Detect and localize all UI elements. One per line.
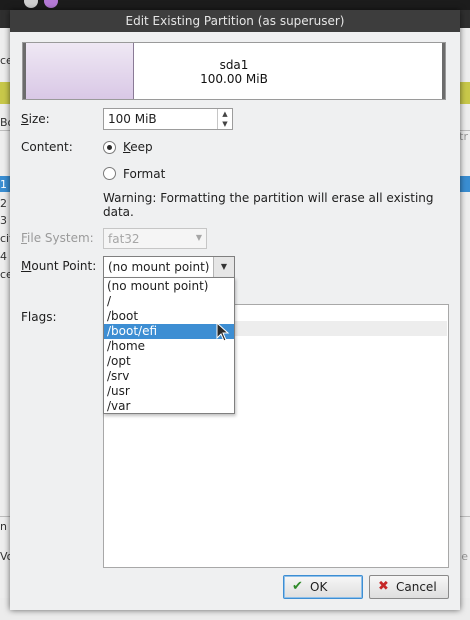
mount-option[interactable]: / (104, 294, 234, 309)
partition-size: 100.00 MiB (200, 72, 268, 86)
cancel-x-icon: ✖ (378, 579, 389, 594)
mount-point-label: Mount Point: (21, 259, 96, 273)
spin-down-icon[interactable]: ▼ (218, 119, 232, 129)
background-text: 1 (0, 178, 7, 191)
ok-button[interactable]: ✔ OK (283, 575, 363, 599)
mount-option-highlighted[interactable]: /boot/efi (104, 324, 234, 339)
mount-option[interactable]: /home (104, 339, 234, 354)
background-text: 2 (0, 197, 7, 210)
mount-point-label-mnemonic: M (21, 259, 32, 273)
file-system-label: File System: (21, 231, 94, 245)
format-radio[interactable] (103, 167, 116, 180)
mount-option[interactable]: (no mount point) (104, 279, 234, 294)
format-radio-label[interactable]: Format (123, 167, 165, 181)
background-top-bar (0, 0, 470, 10)
flags-label: Flags: (21, 310, 57, 324)
partition-graphic: sda1 100.00 MiB (22, 42, 446, 100)
dialog-title[interactable]: Edit Existing Partition (as superuser) (10, 10, 460, 32)
background-taskbar-icon (44, 0, 58, 8)
format-warning: Warning: Formatting the partition will e… (103, 191, 434, 219)
background-text: e (461, 550, 468, 563)
keep-radio[interactable] (103, 141, 116, 154)
size-label-text: ize: (28, 112, 50, 126)
mount-option[interactable]: /opt (104, 354, 234, 369)
chevron-down-icon[interactable]: ▼ (213, 257, 234, 277)
size-spinbox[interactable]: 100 MiB ▲ ▼ (103, 108, 233, 130)
keep-radio-label[interactable]: Keep (123, 140, 153, 154)
size-label: Size: (21, 112, 50, 126)
mount-point-dropdown[interactable]: (no mount point) / /boot /boot/efi /home… (103, 277, 235, 414)
mount-option[interactable]: /boot (104, 309, 234, 324)
mount-point-combo[interactable]: (no mount point) ▼ (103, 256, 235, 278)
background-text: n (0, 520, 7, 533)
file-system-label-text: ile System: (27, 231, 94, 245)
keep-label-text: eep (130, 140, 153, 154)
content-label: Content: (21, 140, 73, 154)
mount-point-label-text: ount Point: (31, 259, 97, 273)
mount-option[interactable]: /srv (104, 369, 234, 384)
mouse-cursor-icon (216, 322, 230, 342)
background-text: 3 (0, 214, 7, 227)
edit-partition-dialog: Edit Existing Partition (as superuser) s… (10, 10, 460, 610)
background-taskbar-icon (24, 0, 38, 8)
ok-button-label: OK (310, 580, 328, 594)
cancel-button[interactable]: ✖ Cancel (369, 575, 449, 599)
size-label-mnemonic: S (21, 112, 29, 126)
cancel-button-label: Cancel (396, 580, 437, 594)
mount-option[interactable]: /var (104, 399, 234, 414)
size-value[interactable]: 100 MiB (108, 112, 157, 126)
ok-check-icon: ✔ (292, 579, 303, 594)
spin-up-icon[interactable]: ▲ (218, 109, 232, 119)
partition-name: sda1 (219, 58, 249, 72)
file-system-value: fat32 (108, 232, 140, 246)
file-system-combo: fat32 ▼ (103, 228, 207, 249)
partition-label: sda1 100.00 MiB (23, 58, 445, 86)
mount-option[interactable]: /usr (104, 384, 234, 399)
background-text: 4 (0, 250, 7, 263)
chevron-down-icon: ▼ (195, 233, 202, 242)
size-spin-arrows[interactable]: ▲ ▼ (217, 109, 232, 129)
mount-point-value[interactable]: (no mount point) (108, 260, 210, 274)
